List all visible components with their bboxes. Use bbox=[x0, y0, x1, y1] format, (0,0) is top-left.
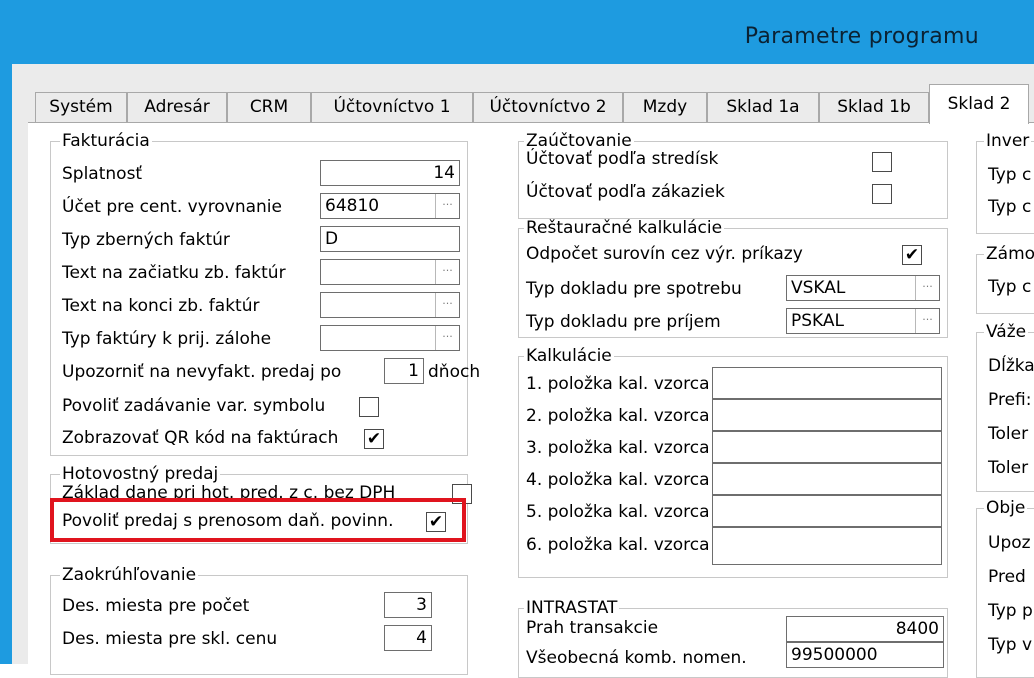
tab-sklad-1b[interactable]: Sklad 1b bbox=[819, 92, 929, 122]
label-prah: Prah transakcie bbox=[526, 618, 659, 638]
typ-zbernych-field[interactable]: D bbox=[320, 226, 460, 252]
label-kal-1: 1. položka kal. vzorca bbox=[526, 374, 710, 394]
zaklad-dane-checkbox[interactable] bbox=[452, 484, 472, 504]
ellipsis-button[interactable]: ··· bbox=[915, 309, 939, 333]
group-title-intrastat: INTRASTAT bbox=[524, 598, 620, 618]
label-text-koniec: Text na konci zb. faktúr bbox=[62, 296, 260, 316]
label-vazenie-4: Toler bbox=[988, 458, 1029, 478]
des-skl-cenu-field[interactable]: 4 bbox=[384, 625, 432, 651]
kal-4-field[interactable] bbox=[712, 463, 942, 495]
group-title-fakturacia: Fakturácia bbox=[60, 131, 152, 151]
label-des-skl-cenu: Des. miesta pre skl. cenu bbox=[62, 629, 278, 649]
label-ucet-vyrovnanie: Účet pre cent. vyrovnanie bbox=[62, 197, 282, 217]
label-strediska: Účtovať podľa stredísk bbox=[526, 149, 719, 169]
typ-faktury-field[interactable]: ··· bbox=[320, 325, 460, 351]
typ-prijem-value: PSKAL bbox=[791, 311, 844, 331]
ellipsis-button[interactable]: ··· bbox=[435, 194, 459, 218]
splatnost-field[interactable]: 14 bbox=[320, 160, 460, 186]
group-title-hotovostny: Hotovostný predaj bbox=[60, 464, 221, 484]
tab-system[interactable]: Systém bbox=[35, 92, 127, 122]
label-povolit-var: Povoliť zadávanie var. symbolu bbox=[62, 396, 326, 416]
ellipsis-button[interactable]: ··· bbox=[915, 276, 939, 300]
povolit-var-checkbox[interactable] bbox=[359, 397, 379, 417]
tab-uctovnictvo-2[interactable]: Účtovníctvo 2 bbox=[473, 92, 623, 122]
group-title-zamok: Zámo bbox=[984, 245, 1034, 263]
label-inventura-2: Typ c bbox=[988, 197, 1032, 217]
label-obj-2: Pred bbox=[988, 567, 1026, 587]
kal-1-field[interactable] bbox=[712, 367, 942, 399]
ellipsis-button[interactable]: ··· bbox=[435, 260, 459, 284]
group-title-objednavky: Obje bbox=[984, 498, 1028, 518]
label-kal-2: 2. položka kal. vzorca bbox=[526, 406, 710, 426]
upozornit-days-field[interactable]: 1 bbox=[384, 358, 424, 384]
label-inventura-1: Typ c bbox=[988, 165, 1032, 185]
label-zakazky: Účtovať podľa zákaziek bbox=[526, 182, 725, 202]
typ-prijem-field[interactable]: PSKAL ··· bbox=[786, 308, 940, 334]
povolit-prenos-checkbox[interactable]: ✔ bbox=[426, 512, 446, 532]
label-upozornit: Upozorniť na nevyfakt. predaj po bbox=[62, 362, 342, 382]
label-vazenie-1: Dĺžka bbox=[988, 356, 1034, 376]
group-title-inventura: Inver bbox=[984, 131, 1032, 151]
label-obj-4: Typ v bbox=[988, 635, 1033, 655]
label-zobrazovat-qr: Zobrazovať QR kód na faktúrach bbox=[62, 428, 339, 448]
tab-sklad-2[interactable]: Sklad 2 bbox=[929, 84, 1029, 124]
tab-mzdy[interactable]: Mzdy bbox=[623, 92, 707, 122]
group-inventura-partial bbox=[976, 141, 1034, 234]
label-typ-faktury: Typ faktúry k prij. zálohe bbox=[62, 329, 272, 349]
group-title-kalkulacie: Kalkulácie bbox=[524, 346, 614, 366]
kal-5-field[interactable] bbox=[712, 495, 942, 527]
window-title: Parametre programu bbox=[744, 24, 979, 49]
title-bar[interactable]: Parametre programu bbox=[0, 0, 1034, 64]
label-typ-spotreba: Typ dokladu pre spotrebu bbox=[526, 279, 742, 299]
label-obj-1: Upoz bbox=[988, 533, 1031, 553]
label-zamok-1: Typ c bbox=[988, 277, 1032, 297]
group-title-restauracne: Reštauračné kalkulácie bbox=[524, 218, 725, 238]
prah-field[interactable]: 8400 bbox=[786, 616, 944, 642]
ucet-vyrovnanie-field[interactable]: 64810 ··· bbox=[320, 193, 460, 219]
label-vazenie-2: Prefi: bbox=[988, 390, 1032, 410]
vseobecna-field[interactable]: 99500000 bbox=[786, 642, 944, 668]
odpocet-checkbox[interactable]: ✔ bbox=[902, 245, 922, 265]
label-odpocet: Odpočet surovín cez výr. príkazy bbox=[526, 244, 803, 264]
label-splatnost: Splatnosť bbox=[62, 164, 143, 184]
tab-crm[interactable]: CRM bbox=[227, 92, 311, 122]
label-zaklad-dane: Základ dane pri hot. pred. z c. bez DPH bbox=[62, 483, 396, 503]
strediska-checkbox[interactable] bbox=[872, 152, 892, 172]
group-title-zaokruhlovanie: Zaokrúhľovanie bbox=[60, 565, 199, 585]
tab-adresar[interactable]: Adresár bbox=[127, 92, 227, 122]
label-obj-3: Typ p bbox=[988, 601, 1033, 621]
label-vseobecna: Všeobecná komb. nomen. bbox=[526, 648, 747, 668]
text-koniec-field[interactable]: ··· bbox=[320, 292, 460, 318]
label-typ-prijem: Typ dokladu pre príjem bbox=[526, 312, 721, 332]
ellipsis-button[interactable]: ··· bbox=[435, 326, 459, 350]
label-text-zaciatok: Text na začiatku zb. faktúr bbox=[62, 263, 286, 283]
label-des-pocet: Des. miesta pre počet bbox=[62, 596, 250, 616]
label-kal-3: 3. položka kal. vzorca bbox=[526, 438, 710, 458]
label-kal-6: 6. položka kal. vzorca bbox=[526, 535, 710, 555]
ucet-vyrovnanie-value: 64810 bbox=[325, 196, 380, 216]
label-kal-5: 5. položka kal. vzorca bbox=[526, 502, 710, 522]
label-typ-zbernych: Typ zberných faktúr bbox=[62, 230, 230, 250]
zobrazovat-qr-checkbox[interactable]: ✔ bbox=[364, 429, 384, 449]
typ-spotreba-field[interactable]: VSKAL ··· bbox=[786, 275, 940, 301]
kal-6-field[interactable] bbox=[712, 527, 942, 565]
ellipsis-button[interactable]: ··· bbox=[435, 293, 459, 317]
zakazky-checkbox[interactable] bbox=[872, 184, 892, 204]
label-vazenie-3: Toler bbox=[988, 424, 1029, 444]
label-dnoch: dňoch bbox=[428, 362, 481, 382]
tab-sklad-1a[interactable]: Sklad 1a bbox=[707, 92, 819, 122]
des-pocet-field[interactable]: 3 bbox=[384, 592, 432, 618]
tab-uctovnictvo-1[interactable]: Účtovníctvo 1 bbox=[311, 92, 473, 122]
group-title-vazenie: Váže bbox=[984, 322, 1029, 342]
kal-3-field[interactable] bbox=[712, 431, 942, 463]
typ-spotreba-value: VSKAL bbox=[791, 278, 846, 298]
kal-2-field[interactable] bbox=[712, 399, 942, 431]
label-kal-4: 4. položka kal. vzorca bbox=[526, 470, 710, 490]
text-zaciatok-field[interactable]: ··· bbox=[320, 259, 460, 285]
group-title-zauctovanie: Zaúčtovanie bbox=[524, 131, 634, 151]
label-povolit-prenos: Povoliť predaj s prenosom daň. povinn. bbox=[62, 511, 394, 531]
